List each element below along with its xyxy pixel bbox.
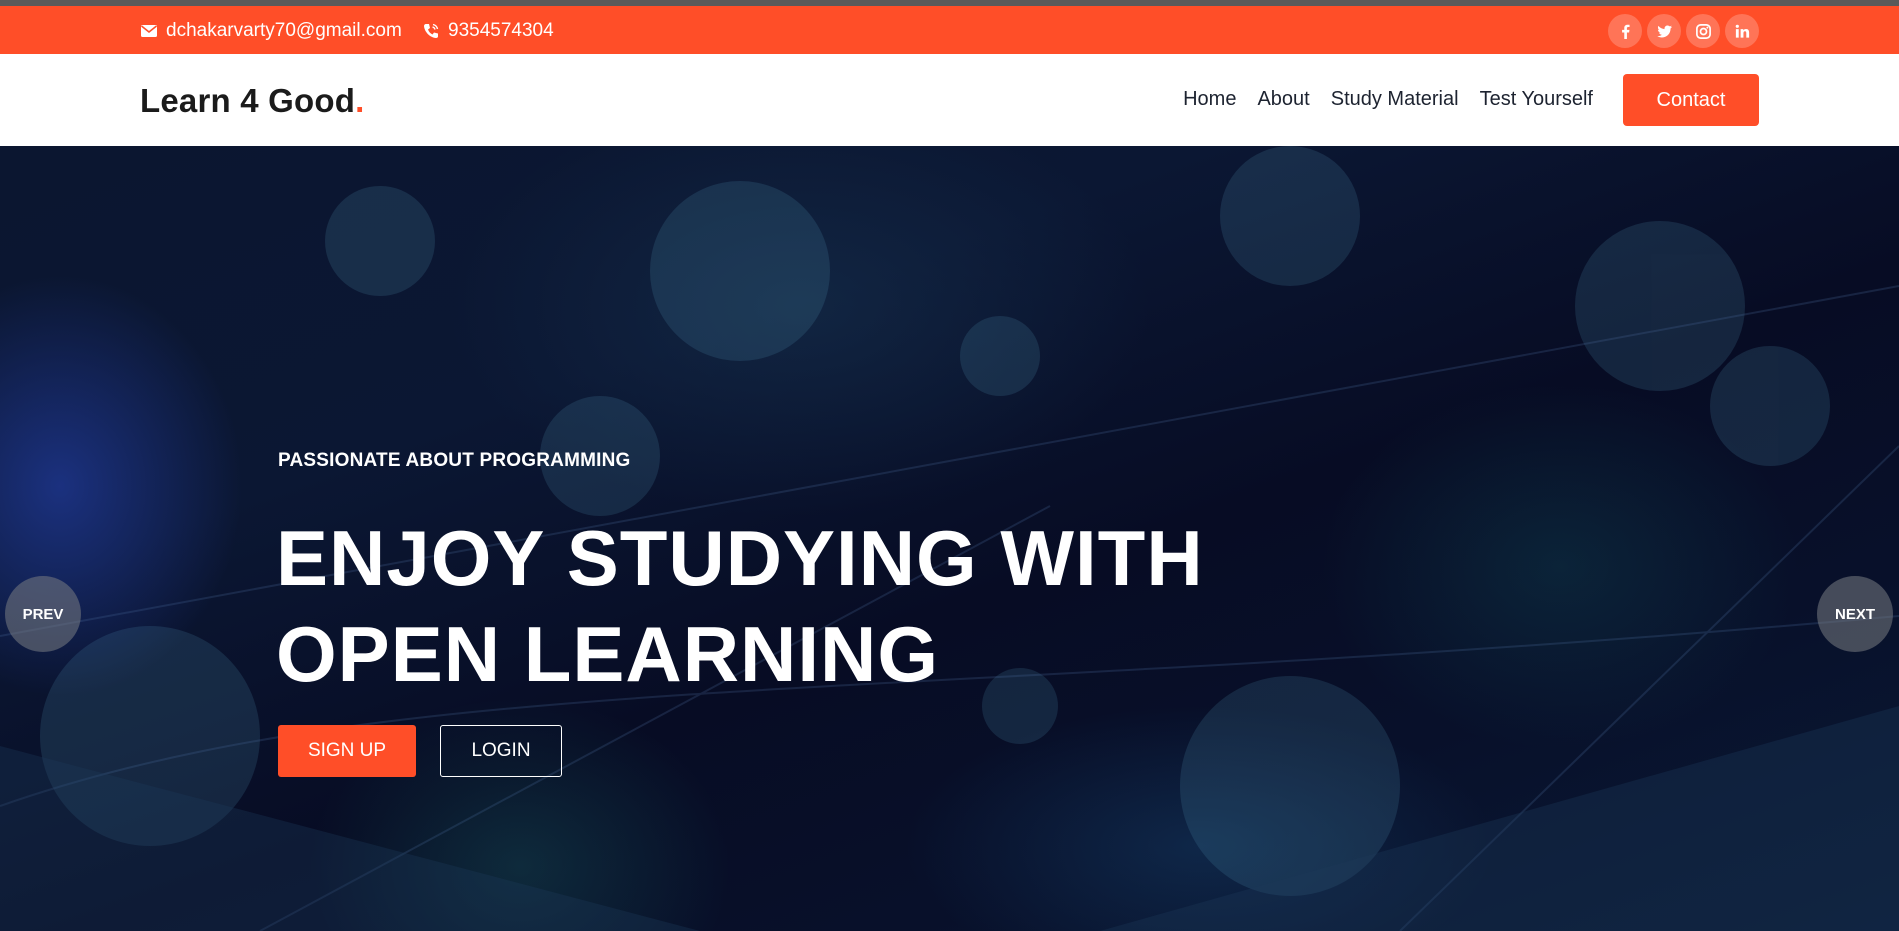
hero-headline: ENJOY STUDYING WITH OPEN LEARNING — [276, 510, 1204, 702]
phone-contact[interactable]: 9354574304 — [422, 20, 554, 42]
instagram-icon — [1695, 23, 1711, 39]
hero-slider: PASSIONATE ABOUT PROGRAMMING ENJOY STUDY… — [0, 146, 1899, 931]
email-text: dchakarvarty70@gmail.com — [166, 20, 402, 41]
twitter-icon — [1656, 24, 1672, 37]
instagram-link[interactable] — [1686, 14, 1720, 48]
linkedin-icon — [1735, 24, 1749, 38]
social-links — [1608, 14, 1759, 48]
nav-link-study-material[interactable]: Study Material — [1331, 88, 1459, 111]
hero-headline-line-1: ENJOY STUDYING WITH — [276, 514, 1204, 602]
email-contact[interactable]: dchakarvarty70@gmail.com — [140, 20, 402, 42]
nav-link-about[interactable]: About — [1257, 88, 1309, 111]
phone-icon — [422, 22, 440, 40]
phone-text: 9354574304 — [448, 20, 554, 41]
login-button[interactable]: LOGIN — [440, 725, 562, 777]
brand-logo[interactable]: Learn 4 Good. — [140, 82, 364, 120]
nav-link-test-yourself[interactable]: Test Yourself — [1480, 88, 1593, 111]
twitter-link[interactable] — [1647, 14, 1681, 48]
slider-next-button[interactable]: NEXT — [1817, 576, 1893, 652]
linkedin-link[interactable] — [1725, 14, 1759, 48]
brand-name: Learn 4 Good — [140, 82, 356, 119]
slider-prev-button[interactable]: PREV — [5, 576, 81, 652]
top-bar: dchakarvarty70@gmail.com 9354574304 — [0, 0, 1899, 54]
hero-headline-line-2: OPEN LEARNING — [276, 610, 940, 698]
facebook-icon — [1621, 24, 1630, 39]
signup-button[interactable]: SIGN UP — [278, 725, 416, 777]
hero-eyebrow: PASSIONATE ABOUT PROGRAMMING — [278, 450, 631, 471]
nav-menu: Home About Study Material Test Yourself — [1183, 88, 1593, 111]
facebook-link[interactable] — [1608, 14, 1642, 48]
mail-icon — [140, 22, 158, 40]
brand-dot: . — [355, 82, 365, 119]
nav-link-home[interactable]: Home — [1183, 88, 1236, 111]
contact-button[interactable]: Contact — [1623, 74, 1759, 126]
main-navbar: Learn 4 Good. Home About Study Material … — [0, 54, 1899, 146]
